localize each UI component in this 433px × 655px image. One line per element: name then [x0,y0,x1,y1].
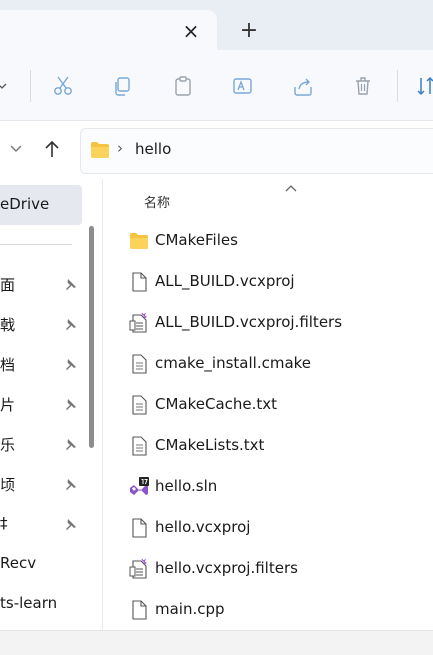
nav-item-recv[interactable]: Recv [0,554,80,578]
file-name: hello.vcxproj [155,518,251,536]
file-name: ALL_BUILD.vcxproj [155,272,295,290]
paste-icon[interactable] [167,70,199,102]
filters-file-icon [128,312,150,334]
copy-icon[interactable] [107,70,139,102]
share-icon[interactable] [287,70,319,102]
list-item[interactable]: hello.vcxproj.filters [128,552,433,588]
file-name: CMakeCache.txt [155,395,278,413]
list-item[interactable]: ALL_BUILD.vcxproj [128,265,433,301]
breadcrumb-separator: › [117,139,123,157]
breadcrumb-hello[interactable]: hello [135,140,171,158]
nav-item-ts-learn[interactable]: ts-learn [0,594,80,618]
up-arrow-icon[interactable] [42,139,62,159]
filters-file-icon [128,558,150,580]
list-item[interactable]: CMakeLists.txt [128,429,433,465]
sort-icon[interactable] [410,70,433,102]
nav-item-onedrive-label: eDrive [0,195,50,213]
file-icon [128,517,150,539]
pin-icon [63,317,77,331]
column-header-name[interactable]: 名称 [144,192,170,211]
pin-icon [63,517,77,531]
new-dropdown-chevron-icon[interactable] [0,70,10,102]
toolbar-divider [397,70,398,102]
file-icon [128,271,150,293]
list-item[interactable]: hello.vcxproj [128,511,433,547]
file-name: ALL_BUILD.vcxproj.filters [155,313,343,331]
new-tab-button[interactable]: + [238,20,260,42]
pin-icon [63,357,77,371]
file-name: hello.sln [155,477,218,495]
toolbar-divider [30,70,31,102]
address-bar[interactable] [80,128,433,174]
text-file-icon [128,435,150,457]
cut-icon[interactable] [47,70,79,102]
delete-icon[interactable] [347,70,379,102]
recent-locations-chevron-icon[interactable] [8,141,24,157]
list-item[interactable]: ALL_BUILD.vcxproj.filters [128,306,433,342]
list-item[interactable]: CMakeFiles [128,224,433,260]
file-icon [128,599,150,621]
nav-divider [0,244,72,245]
list-item[interactable]: CMakeCache.txt [128,388,433,424]
visual-studio-solution-icon [128,476,150,498]
folder-icon [128,230,150,252]
list-item[interactable]: cmake_install.cmake [128,347,433,383]
file-name: main.cpp [155,600,225,618]
file-name: hello.vcxproj.filters [155,559,298,577]
pin-icon [63,277,77,291]
rename-icon[interactable] [227,70,259,102]
list-item[interactable]: main.cpp [128,593,433,629]
sort-ascending-icon[interactable] [284,178,298,192]
folder-icon [90,141,110,159]
pin-icon [63,437,77,451]
tab-close-button[interactable]: × [180,20,202,42]
pin-icon [63,397,77,411]
status-bar [0,630,433,655]
file-name: CMakeLists.txt [155,436,265,454]
list-item[interactable]: hello.sln [128,470,433,506]
file-name: cmake_install.cmake [155,354,312,372]
nav-scrollbar[interactable] [89,226,94,448]
pin-icon [63,477,77,491]
text-file-icon [128,394,150,416]
text-file-icon [128,353,150,375]
file-name: CMakeFiles [155,231,238,249]
